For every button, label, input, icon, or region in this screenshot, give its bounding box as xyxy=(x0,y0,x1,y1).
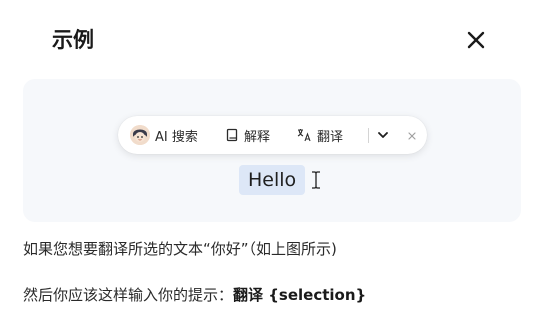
toolbar-close-button[interactable] xyxy=(405,128,419,142)
translate-button[interactable]: 翻译 xyxy=(296,116,343,154)
close-icon xyxy=(408,132,416,140)
example-preview: AI 搜索 解释 翻译 Hello xyxy=(23,79,521,222)
explanation-line-1: 如果您想要翻译所选的文本“你好”（如上图所示) xyxy=(23,240,337,258)
explain-button[interactable]: 解释 xyxy=(225,116,270,154)
selection-toolbar: AI 搜索 解释 翻译 xyxy=(118,116,427,154)
ai-search-label: AI 搜索 xyxy=(155,129,198,145)
text-cursor-icon xyxy=(310,170,322,190)
dialog-title: 示例 xyxy=(52,28,94,52)
explain-label: 解释 xyxy=(244,129,271,145)
ai-avatar-icon xyxy=(130,125,150,145)
toolbar-divider xyxy=(368,128,369,143)
chevron-down-icon xyxy=(378,132,388,138)
example-dialog: 示例 AI 搜索 解释 翻译 Hello 如果您想要翻译所选的文本“你好”（如上… xyxy=(0,0,541,335)
explanation-line-2: 然后你应该这样输入你的提示：翻译 {selection} xyxy=(23,284,366,306)
translate-label: 翻译 xyxy=(317,129,344,145)
close-icon xyxy=(467,31,485,49)
selected-text-highlight: Hello xyxy=(239,165,306,195)
translate-icon xyxy=(297,129,311,142)
ai-search-button[interactable]: AI 搜索 xyxy=(130,116,198,154)
explanation-line-2-prefix: 然后你应该这样输入你的提示： xyxy=(23,286,234,304)
more-options-button[interactable] xyxy=(375,127,391,143)
close-dialog-button[interactable] xyxy=(462,26,490,54)
prompt-example: 翻译 {selection} xyxy=(233,286,367,304)
book-icon xyxy=(226,128,238,142)
